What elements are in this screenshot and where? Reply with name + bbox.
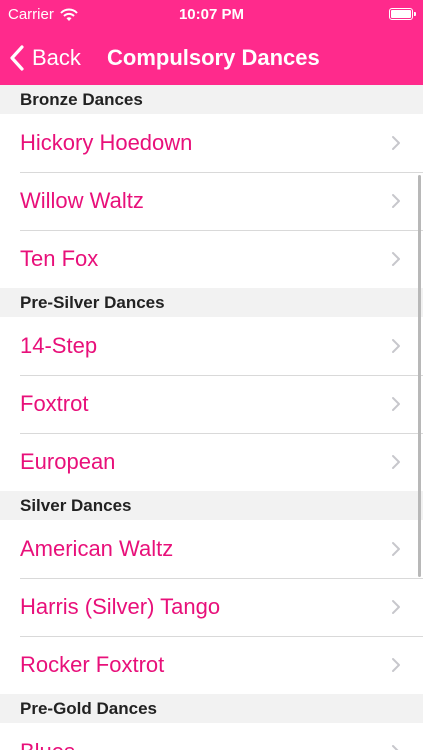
list-item-label: Willow Waltz <box>20 188 144 213</box>
scrollbar[interactable] <box>418 175 421 577</box>
chevron-right-icon <box>391 193 401 209</box>
list-item[interactable]: European <box>0 433 423 491</box>
status-time: 10:07 PM <box>178 6 245 23</box>
battery-icon <box>389 8 416 20</box>
list-item-label: Ten Fox <box>20 246 99 271</box>
chevron-right-icon <box>391 744 401 750</box>
chevron-left-icon <box>8 44 26 71</box>
list-item[interactable]: Harris (Silver) Tango <box>0 578 423 636</box>
list-item-label: 14-Step <box>20 333 98 358</box>
list-container: Bronze Dances Hickory Hoedown Willow Waltz… <box>0 85 423 750</box>
list-item[interactable]: Ten Fox <box>0 230 423 288</box>
section-header: Bronze Dances <box>0 85 423 114</box>
chevron-right-icon <box>391 454 401 470</box>
list-item[interactable]: Rocker Foxtrot <box>0 636 423 694</box>
section-header: Pre-Gold Dances <box>0 694 423 723</box>
list-item-label: American Waltz <box>20 536 174 561</box>
dance-list[interactable]: Bronze Dances Hickory Hoedown Willow Waltz… <box>0 85 423 750</box>
chevron-right-icon <box>391 541 401 557</box>
list-item[interactable]: Hickory Hoedown <box>0 114 423 172</box>
list-item[interactable]: Willow Waltz <box>0 172 423 230</box>
status-bar: Carrier 10:07 PM <box>0 0 423 30</box>
back-button[interactable]: Back <box>8 30 81 85</box>
list-item-label: European <box>20 449 116 474</box>
chevron-right-icon <box>391 657 401 673</box>
list-item[interactable]: 14-Step <box>0 317 423 375</box>
section-header: Silver Dances <box>0 491 423 520</box>
list-item[interactable]: Blues <box>0 723 423 750</box>
chevron-right-icon <box>391 135 401 151</box>
chevron-right-icon <box>391 251 401 267</box>
chevron-right-icon <box>391 599 401 615</box>
page-title: Compulsory Dances <box>107 44 320 70</box>
list-item-label: Harris (Silver) Tango <box>20 594 221 619</box>
list-item[interactable]: American Waltz <box>0 520 423 578</box>
list-item[interactable]: Foxtrot <box>0 375 423 433</box>
list-item-label: Rocker Foxtrot <box>20 652 165 677</box>
section-header: Pre-Silver Dances <box>0 288 423 317</box>
navigation-bar: Back Compulsory Dances <box>0 30 423 85</box>
list-item-label: Hickory Hoedown <box>20 130 193 155</box>
list-item-label: Foxtrot <box>20 391 89 416</box>
list-item-label: Blues <box>20 739 75 750</box>
chevron-right-icon <box>391 396 401 412</box>
back-label: Back <box>32 44 81 70</box>
chevron-right-icon <box>391 338 401 354</box>
